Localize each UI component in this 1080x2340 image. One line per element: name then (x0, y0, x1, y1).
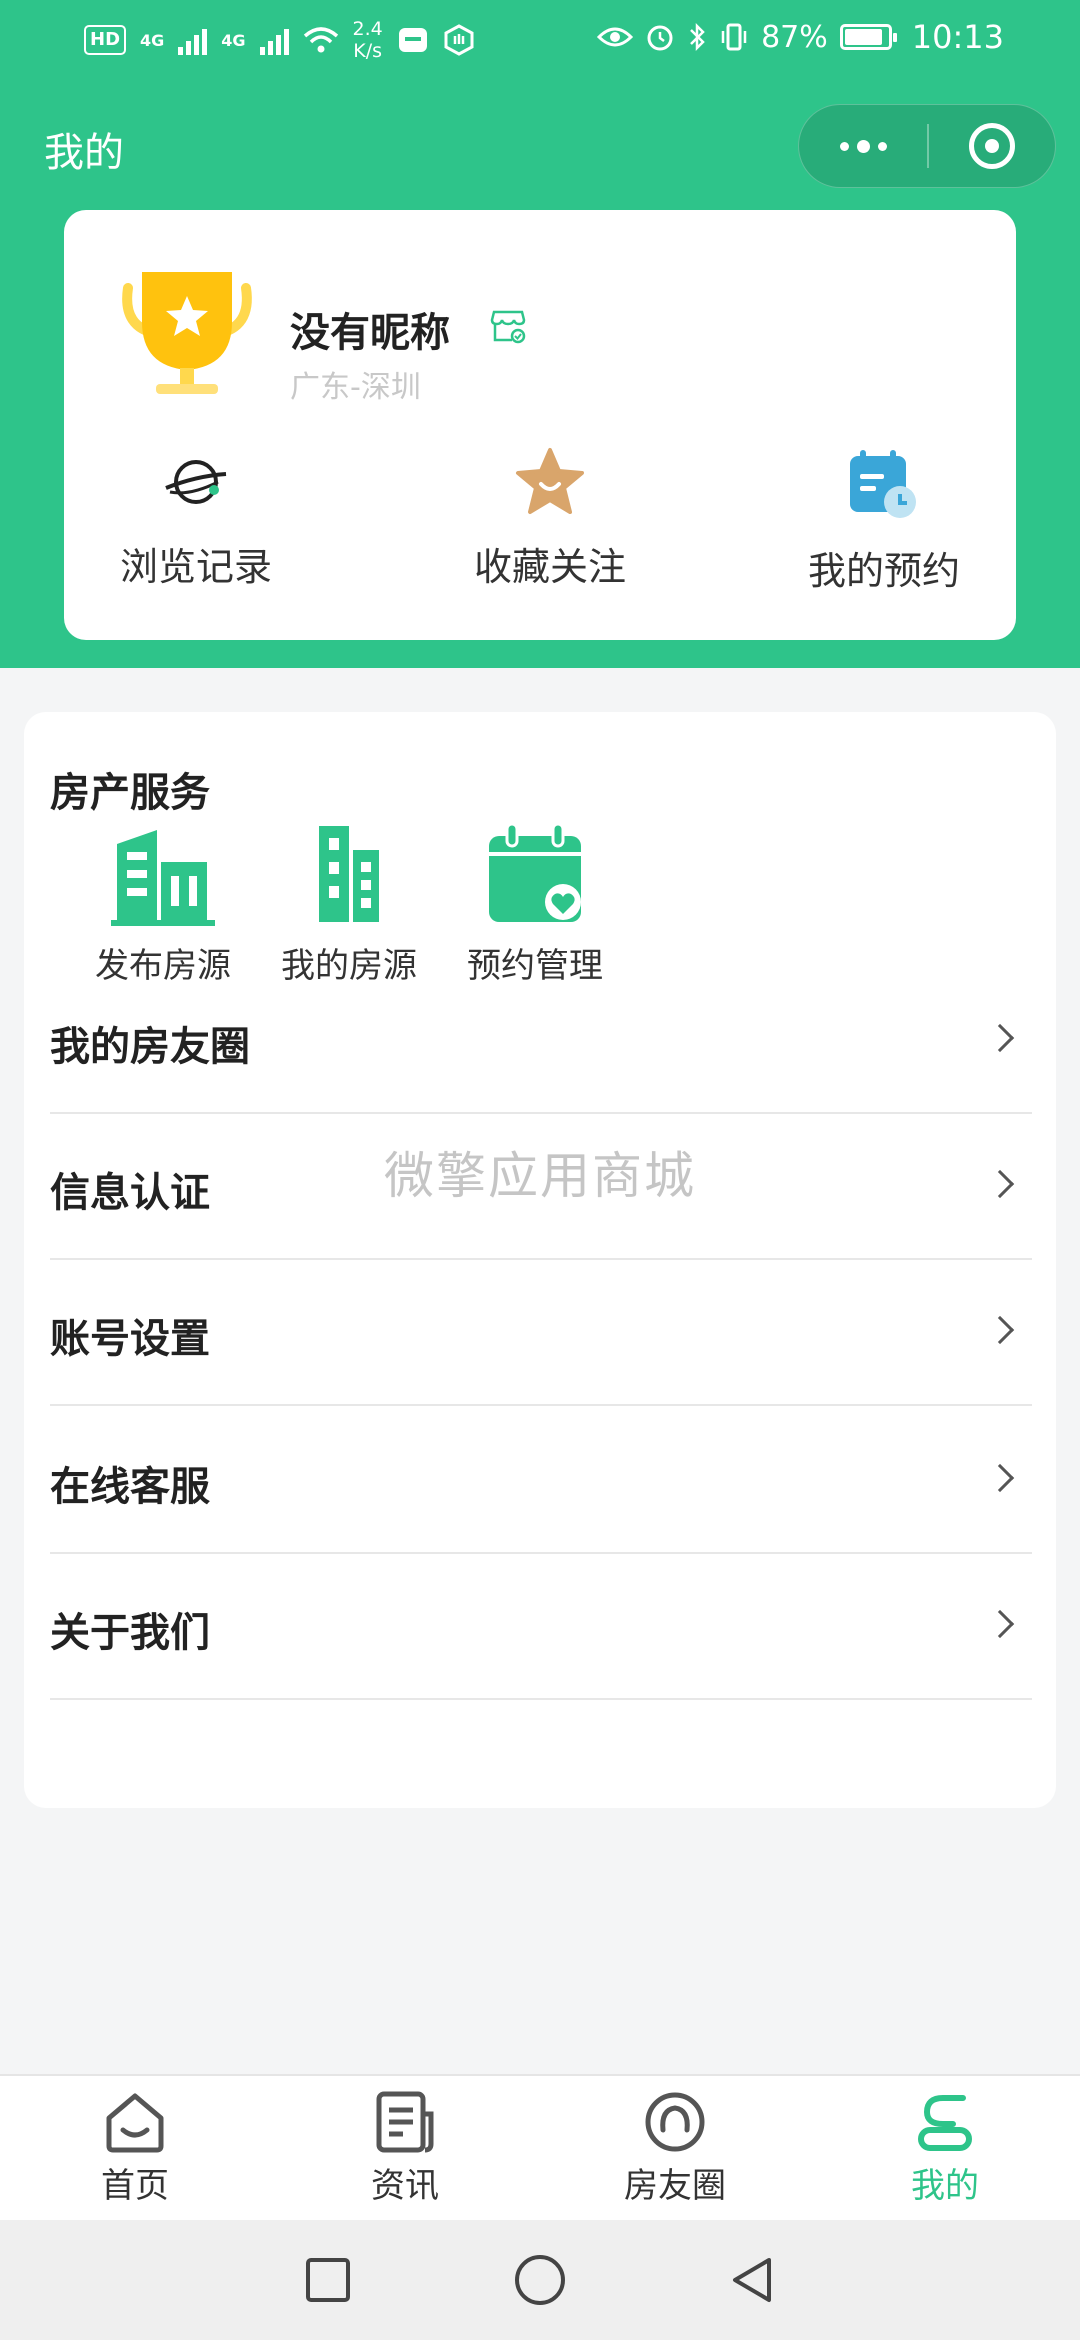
menu-row-customer-service[interactable]: 在线客服 (50, 1408, 1032, 1554)
more-dot-icon (839, 141, 849, 151)
quick-action-label: 浏览记录 (119, 545, 272, 589)
profile-card: 没有昵称 广东-深圳 浏览记录 收藏关注 我的预约 (64, 210, 1016, 640)
close-miniprogram-button[interactable] (929, 123, 1055, 169)
menu-label: 在线客服 (50, 1464, 210, 1510)
menu-row-account-settings[interactable]: 账号设置 (50, 1260, 1032, 1406)
home-circle-icon[interactable] (513, 2253, 567, 2307)
status-bar: HD 4G 4G 2.4 K/s 87% 10:13 (0, 0, 1080, 80)
miniprogram-capsule (798, 104, 1056, 188)
chevron-right-icon (985, 1463, 1015, 1493)
calendar-check-icon (489, 822, 581, 922)
calendar-clock-icon (850, 450, 916, 518)
network-label-2: 4G (221, 30, 246, 50)
network-label-1: 4G (140, 30, 165, 50)
quick-action-label: 收藏关注 (473, 545, 626, 589)
status-time: 10:13 (911, 18, 1004, 56)
more-dot-icon (877, 141, 887, 151)
chevron-right-icon (985, 1609, 1015, 1639)
app-notification-icon (398, 28, 427, 52)
tower-icon (319, 826, 379, 922)
shop-verify-icon[interactable] (488, 306, 528, 346)
more-dot-icon (856, 139, 870, 153)
page-title: 我的 (44, 130, 124, 176)
nickname: 没有昵称 (290, 310, 450, 356)
eye-icon (597, 27, 634, 47)
tab-home[interactable]: 首页 (0, 2076, 270, 2220)
signal-icon (178, 25, 208, 55)
battery-icon (839, 24, 897, 50)
more-button[interactable] (799, 105, 927, 187)
profile-icon (918, 2095, 972, 2151)
bluetooth-icon (690, 22, 705, 52)
service-my-listings[interactable]: 我的房源 (264, 822, 434, 987)
service-publish-listing[interactable]: 发布房源 (78, 822, 248, 987)
menu-label: 我的房友圈 (50, 1024, 250, 1070)
vibrate-icon (721, 23, 747, 51)
home-icon (106, 2093, 164, 2153)
building-icon (111, 830, 215, 926)
status-left: HD 4G 4G 2.4 K/s (84, 18, 475, 62)
tab-label: 资讯 (371, 2166, 439, 2206)
chevron-right-icon (985, 1315, 1015, 1345)
circle-icon (645, 2092, 705, 2152)
signal-icon-2 (259, 25, 289, 55)
menu-label: 账号设置 (50, 1316, 210, 1362)
status-right: 87% 10:13 (597, 18, 1004, 56)
watermark-text: 微擎应用商城 (384, 1147, 696, 1205)
target-icon (969, 123, 1015, 169)
location-text: 广东-深圳 (290, 370, 421, 405)
quick-action-favorites[interactable]: 收藏关注 (440, 446, 660, 616)
network-speed: 2.4 K/s (352, 18, 383, 62)
news-icon (376, 2091, 434, 2153)
quick-action-appointments[interactable]: 我的预约 (774, 446, 994, 616)
service-appointment-management[interactable]: 预约管理 (450, 822, 620, 987)
chevron-right-icon (985, 1023, 1015, 1053)
tab-label: 房友圈 (624, 2166, 726, 2206)
hand-icon (444, 24, 474, 56)
system-navigation-bar (0, 2220, 1080, 2340)
tab-friend-circle[interactable]: 房友圈 (540, 2076, 810, 2220)
hd-badge: HD (84, 25, 127, 55)
quick-action-browse-history[interactable]: 浏览记录 (86, 446, 306, 616)
wifi-icon (303, 27, 338, 53)
star-icon (516, 448, 584, 514)
menu-row-about-us[interactable]: 关于我们 (50, 1554, 1032, 1700)
tab-news[interactable]: 资讯 (270, 2076, 540, 2220)
planet-icon (165, 460, 227, 504)
tab-label: 首页 (101, 2166, 169, 2206)
tab-bar: 首页 资讯 房友圈 我的 (0, 2074, 1080, 2220)
battery-percent: 87% (761, 19, 828, 55)
menu-label: 关于我们 (50, 1610, 210, 1656)
service-card: 房产服务 发布房源 我的房源 预约管理 我的房友圈 信息认证 账号设置 在线客服… (24, 712, 1056, 1808)
tab-mine[interactable]: 我的 (810, 2076, 1080, 2220)
tab-label: 我的 (911, 2166, 979, 2206)
recent-apps-icon[interactable] (303, 2255, 353, 2305)
alarm-icon (647, 25, 673, 51)
quick-action-label: 我的预约 (807, 549, 960, 593)
trophy-avatar-icon[interactable] (112, 266, 262, 406)
section-title: 房产服务 (50, 770, 210, 816)
menu-row-friend-circle[interactable]: 我的房友圈 (50, 968, 1032, 1114)
back-triangle-icon[interactable] (727, 2255, 777, 2305)
